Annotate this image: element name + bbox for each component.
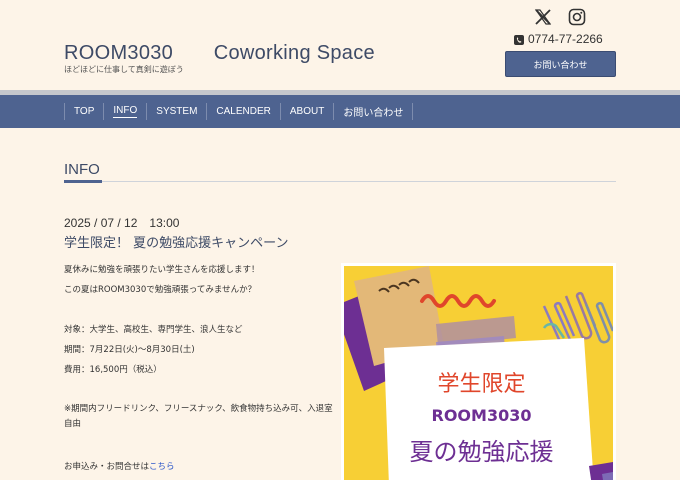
nav-item-label: ABOUT [289, 106, 325, 117]
site-title[interactable]: ROOM3030 Coworking Space [64, 36, 375, 65]
nav-item-label: SYSTEM [156, 106, 198, 117]
section-title: INFO [64, 161, 100, 178]
instagram-icon[interactable] [568, 8, 586, 26]
section-divider [64, 181, 616, 182]
nav-item-contact[interactable]: お問い合わせ [333, 103, 414, 120]
nav-item-system[interactable]: SYSTEM [146, 103, 206, 120]
post-line: この夏はROOM3030で勉強頑張ってみませんか？ [64, 285, 257, 295]
post-date: 2025 / 07 / 12 13:00 [64, 216, 180, 230]
post-line: 費用：16,500円（税込） [64, 365, 162, 375]
social-links [534, 8, 586, 26]
contact-button[interactable]: お問い合わせ [505, 51, 616, 77]
phone-text: 0774-77-2266 [528, 32, 603, 46]
nav-item-about[interactable]: ABOUT [279, 103, 333, 120]
post-line: 対象：大学生、高校生、専門学生、浪人生など [64, 325, 243, 335]
nav-item-label: INFO [113, 105, 138, 118]
phone-icon [514, 34, 524, 45]
section-divider-accent [64, 180, 102, 183]
post-line: 夏休みに勉強を頑張りたい学生さんを応援します！ [64, 265, 260, 275]
nav-item-label: お問い合わせ [343, 108, 404, 119]
nav-item-top[interactable]: TOP [64, 103, 103, 120]
poster-line-1: 学生限定 [437, 372, 526, 397]
post-title[interactable]: 学生限定！ 夏の勉強応援キャンペーン [64, 232, 288, 251]
poster-line-2: ROOM3030 [431, 406, 532, 425]
campaign-poster: 学生限定 ROOM3030 夏の勉強応援 [341, 263, 616, 480]
apply-link[interactable]: こちら [149, 462, 175, 472]
apply-prefix: お申込み・お問合せは [64, 462, 150, 472]
nav-item-info[interactable]: INFO [103, 103, 146, 120]
nav-item-label: TOP [74, 106, 95, 117]
phone-number: 0774-77-2266 [514, 32, 603, 46]
x-icon[interactable] [534, 8, 552, 26]
site-tagline: ほどほどに仕事して真剣に遊ぼう [64, 65, 184, 74]
nav-item-label: CALENDER [216, 106, 271, 117]
apply-line: お申込み・お問合せはこちら [64, 460, 175, 472]
poster-line-3: 夏の勉強応援 [409, 438, 554, 466]
post-line: ※期間内フリードリンク、フリースナック、飲食物持ち込み可、入退室自由 [64, 404, 333, 429]
nav-item-calender[interactable]: CALENDER [206, 103, 279, 120]
main-nav: TOP INFO SYSTEM CALENDER ABOUT お問い合わせ [0, 95, 680, 128]
post-line: 期間：7月22日(火)〜8月30日(土) [64, 345, 195, 355]
